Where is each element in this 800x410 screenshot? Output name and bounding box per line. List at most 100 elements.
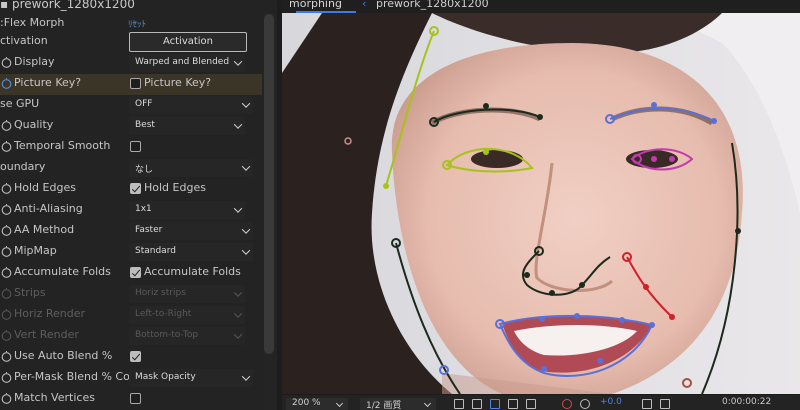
row-label: Anti-Aliasing [14,202,83,215]
exposure-value[interactable]: +0.0 [600,397,622,407]
per-mask-blend-dropdown[interactable]: Mask Opacity [129,369,253,387]
stopwatch-icon[interactable] [1,267,12,278]
mask-vertex [483,103,489,109]
zoom-dropdown[interactable]: 200 % [286,398,348,410]
stopwatch-icon[interactable] [1,393,12,404]
effect-name: :Flex Morph [0,16,65,29]
row-label: Quality [14,118,54,131]
mask-vertex [669,314,675,320]
mask-vertex [669,156,675,162]
mask-visibility-icon[interactable] [490,399,500,409]
mask-vertex [539,316,545,322]
vert-render-dropdown[interactable]: Bottom-to-Top [129,327,245,345]
mipmap-dropdown[interactable]: Standard [129,243,253,261]
mask-vertex [579,282,585,288]
temporal-smooth-checkbox[interactable] [130,141,141,152]
chevron-down-icon [233,288,243,297]
viewer-tabbar: morphing ‹ prework_1280x1200 [282,0,800,13]
breadcrumb-comp[interactable]: prework_1280x1200 [376,0,489,10]
match-vertices-checkbox[interactable] [130,393,141,404]
mask-vertex [711,118,717,124]
stopwatch-icon [1,309,12,320]
row-quality: Quality Best [0,116,262,137]
mask-vertex [574,313,580,319]
chevron-down-icon [233,309,243,318]
row-match-vertices: Match Vertices [0,389,262,410]
row-hold-edges: Hold Edges Hold Edges [0,179,262,200]
use-gpu-dropdown[interactable]: OFF [129,96,253,114]
row-label: Use Auto Blend % [14,349,113,362]
stopwatch-icon[interactable] [1,351,12,362]
chevron-down-icon [233,330,243,339]
mask-vertex [643,284,649,290]
row-label: Match Vertices [14,391,95,404]
row-boundary: oundary なし [0,158,262,179]
row-label: Picture Key? [14,76,82,89]
row-label: MipMap [14,244,57,257]
row-display: Display Warped and Blended [0,53,262,74]
row-label: oundary [0,160,46,173]
grid-guides-icon[interactable] [526,399,536,409]
chevron-down-icon [241,246,251,255]
aa-method-dropdown[interactable]: Faster [129,222,253,240]
stopwatch-icon[interactable] [1,372,12,383]
chevron-down-icon [233,120,243,129]
mask-vertex [735,228,741,234]
chevron-down-icon [241,225,251,234]
row-strips: Strips Horiz strips [0,284,262,305]
row-label: se GPU [0,97,40,110]
display-dropdown[interactable]: Warped and Blended [129,54,245,72]
quality-dropdown[interactable]: Best [129,117,245,135]
anti-aliasing-dropdown[interactable]: 1x1 [129,201,245,219]
row-label: Accumulate Folds [14,265,111,278]
fast-previews-icon[interactable] [454,399,464,409]
hold-edges-checkbox[interactable] [130,183,141,194]
boundary-dropdown[interactable]: なし [129,159,253,177]
reset-exposure-icon[interactable] [580,399,590,409]
row-label: Horiz Render [14,307,86,320]
reset-link[interactable]: ﾘｾｯﾄ [128,17,146,30]
activation-button[interactable]: Activation [129,32,247,52]
stopwatch-icon[interactable] [1,57,12,68]
picture-key-checkbox[interactable] [130,78,141,89]
scrollbar-thumb[interactable] [264,14,274,354]
row-label: Display [14,55,55,68]
channels-icon[interactable] [562,399,572,409]
stopwatch-icon[interactable] [1,246,12,257]
row-use-gpu: se GPU OFF [0,95,262,116]
timecode[interactable]: 0:00:00:22 [722,397,771,407]
dropdown-value: Left-to-Right [135,309,192,319]
resolution-dropdown[interactable]: 1/2 画質 [360,398,436,410]
accumulate-folds-checkbox[interactable] [130,267,141,278]
use-auto-blend-checkbox[interactable] [130,351,141,362]
camera-snapshot-icon[interactable] [642,399,652,409]
row-label: Vert Render [14,328,79,341]
stopwatch-icon[interactable] [1,78,12,89]
stopwatch-icon[interactable] [1,141,12,152]
mask-vertex [651,156,657,162]
horiz-render-dropdown[interactable]: Left-to-Right [129,306,245,324]
stopwatch-icon[interactable] [1,120,12,131]
strips-dropdown[interactable]: Horiz strips [129,285,245,303]
chevron-down-icon [233,204,243,213]
show-snapshot-icon[interactable] [660,399,670,409]
row-activation: ctivation Activation [0,32,262,53]
mask-vertex [649,322,655,328]
dropdown-value: 1x1 [135,204,152,214]
stopwatch-icon[interactable] [1,183,12,194]
dropdown-value: Bottom-to-Top [135,330,199,340]
row-vert-render: Vert Render Bottom-to-Top [0,326,262,347]
stopwatch-icon[interactable] [1,225,12,236]
stopwatch-icon [1,288,12,299]
chevron-down-icon [233,57,243,66]
transparency-grid-icon[interactable] [472,399,482,409]
breadcrumb-arrow-icon[interactable]: ‹ [362,0,366,10]
row-label: Temporal Smooth [14,139,111,152]
row-label: Per-Mask Blend % Com [14,370,141,383]
stopwatch-icon[interactable] [1,204,12,215]
panel-header-title: ▪ prework_1280x1200 [0,0,135,11]
composition-canvas[interactable] [282,13,800,394]
region-of-interest-icon[interactable] [508,399,518,409]
dropdown-value: Horiz strips [135,288,186,298]
row-label: AA Method [14,223,75,236]
